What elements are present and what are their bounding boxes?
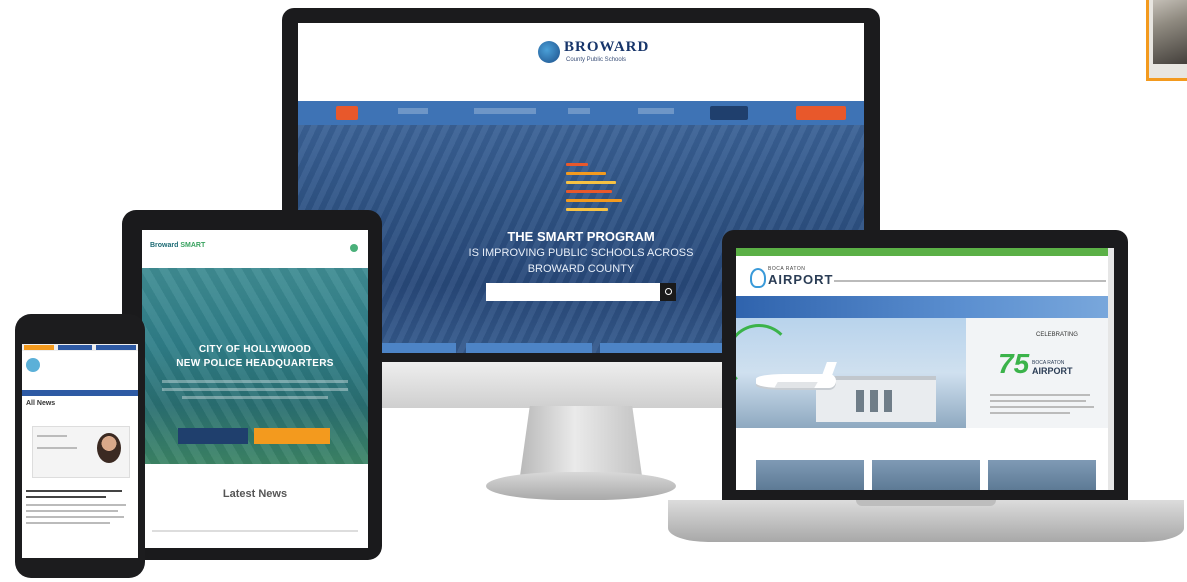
- smart-logo-bar: [566, 208, 608, 211]
- celebrating-label: CELEBRATING: [1036, 332, 1078, 338]
- photo-image: [1153, 0, 1187, 64]
- news-text-line: [152, 530, 358, 532]
- tablet-site-logo[interactable]: Broward SMART: [150, 242, 205, 249]
- search-icon[interactable]: [660, 283, 676, 301]
- tablet-hero: CITY OF HOLLYWOOD NEW POLICE HEADQUARTER…: [142, 268, 368, 464]
- all-news-heading: All News: [26, 400, 56, 407]
- terminal-window: [884, 390, 892, 412]
- smart-logo-bar: [566, 163, 588, 166]
- avatar: [97, 433, 121, 463]
- phone-text-line: [26, 490, 122, 492]
- tablet-hero-text-line: [162, 380, 348, 383]
- phone-site-logo[interactable]: [26, 358, 40, 372]
- broward-logo-subtitle: County Public Schools: [566, 57, 627, 63]
- tablet-hero-text-line: [182, 396, 328, 399]
- terminal-window: [870, 390, 878, 412]
- nav-item-projects[interactable]: [474, 108, 536, 114]
- news-card-line: [37, 435, 67, 437]
- anniversary-number: 75: [998, 348, 1030, 379]
- phone-text-line: [26, 522, 110, 524]
- jet-wing: [774, 382, 818, 388]
- phone-text-line: [26, 504, 126, 506]
- airport-blue-band: [736, 296, 1114, 318]
- airport-photo-tile[interactable]: [988, 460, 1096, 490]
- broward-logo[interactable]: BROWARD County Public Schools: [538, 37, 648, 71]
- nav-item-research[interactable]: [638, 108, 674, 114]
- anniversary-logo-word: AIRPORT: [1032, 366, 1073, 376]
- phone-banner: [22, 390, 138, 396]
- airport-building-photo: [736, 318, 966, 428]
- tablet-secondary-button[interactable]: [254, 428, 330, 444]
- anniversary-text-line: [990, 412, 1070, 414]
- tablet-screen: Broward SMART CITY OF HOLLYWOOD NEW POLI…: [142, 230, 368, 548]
- tablet-logo-text: Broward: [150, 242, 179, 249]
- nav-item-bond[interactable]: [568, 108, 590, 114]
- laptop-hinge-notch: [856, 500, 996, 506]
- laptop-screen: BOCA RATON AIRPORT CELEBRATING 75 BOCA R…: [736, 248, 1114, 490]
- tablet-logo-accent: SMART: [180, 242, 206, 249]
- tablet-site-header: Broward SMART: [142, 230, 368, 269]
- nav-home-button[interactable]: [336, 106, 358, 120]
- monitor-stand-base: [486, 472, 676, 500]
- hero-search-box[interactable]: [486, 283, 676, 301]
- smart-logo-bar: [566, 199, 622, 202]
- bcps-nav-bar: [298, 101, 864, 125]
- tablet-primary-button[interactable]: [178, 428, 248, 444]
- laptop-base: [668, 500, 1184, 542]
- news-card-line: [37, 447, 77, 449]
- menu-icon[interactable]: [350, 244, 358, 252]
- hero-tab[interactable]: [466, 343, 592, 353]
- tablet-hero-text-line: [162, 388, 348, 391]
- monitor-stand: [520, 406, 642, 476]
- phone-top-button[interactable]: [58, 345, 92, 350]
- smart-program-logo: [566, 163, 626, 219]
- anniversary-text-line: [990, 400, 1086, 402]
- phone-text-line: [26, 496, 106, 498]
- phone-screen: All News: [22, 344, 138, 558]
- airport-photo-tiles: [756, 460, 1096, 490]
- nav-orange-button[interactable]: [796, 106, 846, 120]
- phone-top-button[interactable]: [24, 345, 54, 350]
- phone-text-line: [26, 510, 118, 512]
- airport-logo[interactable]: AIRPORT: [768, 272, 834, 287]
- tablet-device: Broward SMART CITY OF HOLLYWOOD NEW POLI…: [122, 210, 382, 560]
- airport-header: BOCA RATON AIRPORT: [736, 256, 1114, 296]
- news-card[interactable]: [32, 426, 130, 478]
- phone-device: All News: [15, 314, 145, 578]
- airport-photo-tile[interactable]: [756, 460, 864, 490]
- tablet-hero-title-line-1: CITY OF HOLLYWOOD: [198, 344, 312, 355]
- smart-logo-bar: [566, 190, 612, 193]
- broward-logo-name: BROWARD: [564, 39, 650, 55]
- nav-item-about[interactable]: [398, 108, 428, 114]
- hero-tab[interactable]: [600, 343, 730, 353]
- latest-news-heading: Latest News: [222, 488, 288, 500]
- airport-top-bar: [736, 248, 1114, 256]
- airport-emblem-icon: [750, 268, 766, 288]
- airport-photo-tile[interactable]: [872, 460, 980, 490]
- laptop-device: BOCA RATON AIRPORT CELEBRATING 75 BOCA R…: [722, 230, 1128, 502]
- anniversary-text-line: [990, 394, 1090, 396]
- laptop-scrollbar[interactable]: [1108, 248, 1114, 490]
- smart-logo-bar: [566, 172, 606, 175]
- smart-logo-bar: [566, 181, 616, 184]
- phone-text-line: [26, 516, 124, 518]
- phone-top-button[interactable]: [96, 345, 136, 350]
- airport-nav-menu[interactable]: [834, 280, 1106, 282]
- framed-photo: [1146, 0, 1187, 81]
- graduation-cap-icon: [538, 41, 560, 63]
- terminal-window: [856, 390, 864, 412]
- bcps-header: BROWARD County Public Schools: [298, 23, 864, 101]
- phone-top-bar: [22, 344, 138, 351]
- tablet-hero-title-line-2: NEW POLICE HEADQUARTERS: [176, 358, 334, 369]
- airport-hero: CELEBRATING 75 BOCA RATON AIRPORT: [736, 318, 1114, 428]
- anniversary-text-line: [990, 406, 1094, 408]
- nav-dark-button[interactable]: [710, 106, 748, 120]
